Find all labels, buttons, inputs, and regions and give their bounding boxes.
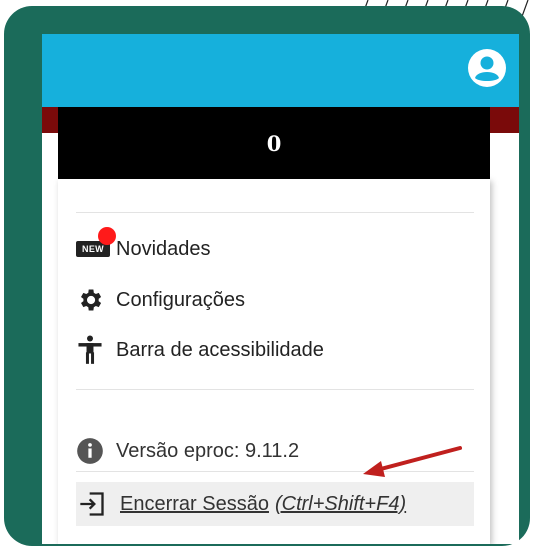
menu-item-label: Novidades: [116, 237, 211, 260]
menu-item-label: Barra de acessibilidade: [116, 338, 324, 361]
account-circle-icon[interactable]: [467, 48, 507, 88]
menu-item-configuracoes[interactable]: Configurações: [76, 283, 466, 317]
counter-value: 0: [266, 130, 282, 156]
logout-button[interactable]: Encerrar Sessão (Ctrl+Shift+F4): [76, 482, 474, 526]
logout-icon: [76, 491, 120, 517]
logout-shortcut: (Ctrl+Shift+F4): [274, 492, 407, 515]
accessibility-icon: [76, 335, 116, 365]
divider: [76, 212, 474, 213]
new-badge-text: NEW: [82, 244, 104, 254]
new-badge-icon: NEW: [76, 227, 116, 264]
logout-label[interactable]: Encerrar Sessão: [120, 493, 269, 516]
info-icon: [76, 437, 116, 465]
user-menu-panel: NEW Novidades Configurações Barra de ace…: [58, 179, 490, 544]
version-label: Versão eproc: 9.11.2: [116, 439, 300, 462]
menu-item-label: Configurações: [116, 288, 245, 311]
menu-item-accessibility[interactable]: Barra de acessibilidade: [76, 333, 466, 367]
divider: [76, 389, 474, 390]
notification-dot: [98, 227, 116, 245]
top-bar: [42, 34, 519, 107]
gear-icon: [76, 285, 116, 315]
accent-strip-left: [42, 107, 58, 133]
accent-strip-right: [490, 107, 519, 133]
annotation-arrow: [363, 446, 462, 477]
menu-item-novidades[interactable]: NEW Novidades: [76, 227, 466, 266]
counter-bar: 0: [58, 107, 490, 179]
